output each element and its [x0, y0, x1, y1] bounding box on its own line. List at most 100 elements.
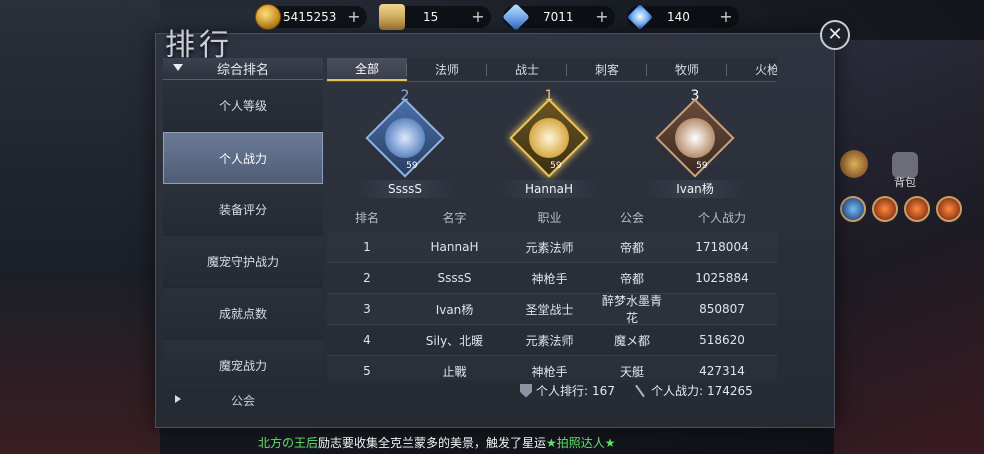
gold-value: 5415253	[283, 10, 337, 24]
cell-power: 1025884	[695, 271, 749, 285]
notice-achievement: ★拍照达人★	[546, 436, 616, 450]
ranking-table-header: 排名 名字 职业 公会 个人战力	[327, 204, 777, 230]
cell-power: 1718004	[695, 240, 749, 254]
bag-label: 背包	[894, 176, 916, 189]
resource-diamond: 140 +	[627, 4, 739, 30]
table-row[interactable]: 2 SsssS 神枪手 帝都 1025884	[327, 263, 777, 294]
table-row[interactable]: 1 HannaH 元素法师 帝都 1718004	[327, 232, 777, 263]
right-hud-icons	[840, 150, 868, 178]
table-row[interactable]: 3 Ivan杨 圣堂战士 醉梦水墨青花 850807	[327, 294, 777, 325]
level-badge: 59	[405, 160, 418, 171]
table-row[interactable]: 5 止戰 神枪手 天艇 427314	[327, 356, 777, 380]
podium-first[interactable]: 1 59 HannaH	[499, 88, 599, 198]
tab-assassin[interactable]: 刺客	[567, 58, 647, 81]
level-badge: 59	[695, 160, 708, 171]
sidebar-item-power[interactable]: 个人战力	[163, 132, 323, 184]
resource-bar: 5415253 + 15 + 7011 + 140 +	[255, 3, 751, 32]
my-power-value: 174265	[707, 383, 753, 398]
sidebar-item-guild[interactable]: 公会	[163, 392, 323, 410]
cell-class: 元素法师	[525, 333, 574, 348]
tab-all[interactable]: 全部	[327, 58, 407, 81]
cell-name: SsssS	[437, 271, 472, 285]
cell-rank: 2	[363, 271, 371, 285]
add-crystal-button[interactable]: +	[593, 8, 611, 26]
cell-guild: 帝都	[619, 271, 644, 286]
expand-arrow-icon	[175, 395, 181, 403]
cell-name: Ivan杨	[435, 302, 474, 317]
podium-second[interactable]: 2 59 SsssS	[355, 88, 455, 198]
cell-guild: 魔メ都	[613, 333, 650, 348]
tab-label: 战士	[514, 63, 539, 77]
tab-label: 法师	[434, 63, 459, 77]
skill-bar	[840, 196, 962, 222]
diamond-icon	[627, 4, 653, 30]
achievement-icon[interactable]	[840, 150, 868, 178]
header-name: 名字	[442, 210, 467, 225]
ranking-sidebar: 综合排名 个人等级 个人战力 装备评分 魔宠守护战力 成就点数 魔宠战力 公会	[163, 58, 323, 410]
tab-priest[interactable]: 牧师	[647, 58, 727, 81]
add-diamond-button[interactable]: +	[717, 8, 735, 26]
cell-class: 神枪手	[531, 271, 568, 286]
my-power: 个人战力: 174265	[633, 382, 753, 399]
header-class: 职业	[537, 210, 562, 225]
my-rank: 个人排行: 167	[520, 382, 615, 399]
my-ranking-summary: 个人排行: 167 个人战力: 174265	[520, 382, 753, 399]
sidebar-header-label: 综合排名	[216, 63, 269, 78]
background-left-scenery	[0, 0, 160, 454]
cell-power: 518620	[699, 333, 745, 347]
ranking-table-body[interactable]: 1 HannaH 元素法师 帝都 1718004 2 SsssS 神枪手 帝都 …	[327, 232, 777, 380]
tab-label: 火枪	[754, 63, 777, 77]
cell-name: 止戰	[442, 364, 467, 379]
sword-icon	[633, 384, 647, 398]
collapse-arrow-icon	[173, 64, 183, 71]
cell-guild: 醉梦水墨青花	[601, 294, 662, 325]
class-emblem-icon: 59	[509, 98, 589, 178]
sidebar-item-pet-power[interactable]: 魔宠战力	[163, 340, 323, 392]
tab-gunner[interactable]: 火枪	[727, 58, 777, 81]
player-name: SsssS	[355, 180, 455, 198]
cell-power: 850807	[699, 302, 745, 316]
system-notice: 北方の王后励志要收集全克兰蒙多的美景，触发了星运★拍照达人★	[258, 434, 616, 451]
skill-slot-icon[interactable]	[904, 196, 930, 222]
close-button[interactable]: ✕	[820, 20, 850, 50]
blue-crystal-icon	[502, 3, 530, 31]
gold-coin-icon	[255, 4, 281, 30]
skill-slot-icon[interactable]	[872, 196, 898, 222]
podium-third[interactable]: 3 59 Ivan杨	[645, 88, 745, 198]
diamond-value: 140	[667, 10, 690, 24]
tab-warrior[interactable]: 战士	[487, 58, 567, 81]
cell-guild: 帝都	[619, 240, 644, 255]
table-row[interactable]: 4 Sily、北暖 元素法师 魔メ都 518620	[327, 325, 777, 356]
scroll-icon	[379, 4, 405, 30]
cell-rank: 3	[363, 302, 371, 316]
cell-rank: 1	[363, 240, 371, 254]
tab-mage[interactable]: 法师	[407, 58, 487, 81]
cell-class: 元素法师	[525, 240, 574, 255]
skill-slot-icon[interactable]	[936, 196, 962, 222]
cell-power: 427314	[699, 364, 745, 378]
resource-scroll: 15 +	[379, 4, 491, 30]
crystal-value: 7011	[543, 10, 574, 24]
tab-label: 刺客	[594, 63, 619, 77]
skill-slot-icon[interactable]	[840, 196, 866, 222]
add-scroll-button[interactable]: +	[469, 8, 487, 26]
class-tabs: 全部 法师 战士 刺客 牧师 火枪	[327, 58, 777, 82]
top-three-podium: 2 59 SsssS 1 59 HannaH 3 59 Ivan杨	[327, 84, 777, 200]
cell-guild: 天艇	[619, 364, 644, 379]
sidebar-item-equipment[interactable]: 装备评分	[163, 184, 323, 236]
sidebar-header[interactable]: 综合排名	[163, 58, 323, 80]
player-name: Ivan杨	[645, 180, 745, 198]
cell-name: HannaH	[430, 240, 479, 254]
my-rank-value: 167	[592, 383, 615, 398]
class-emblem-icon: 59	[655, 98, 735, 178]
resource-gold: 5415253 +	[255, 4, 367, 30]
sidebar-item-level[interactable]: 个人等级	[163, 80, 323, 132]
cell-class: 圣堂战士	[525, 302, 574, 317]
my-power-label: 个人战力:	[650, 384, 703, 398]
sidebar-item-pet-guard[interactable]: 魔宠守护战力	[163, 236, 323, 288]
sidebar-item-achievement[interactable]: 成就点数	[163, 288, 323, 340]
tab-label: 全部	[354, 62, 379, 76]
add-gold-button[interactable]: +	[345, 8, 363, 26]
header-power: 个人战力	[697, 210, 746, 225]
class-emblem-icon: 59	[365, 98, 445, 178]
